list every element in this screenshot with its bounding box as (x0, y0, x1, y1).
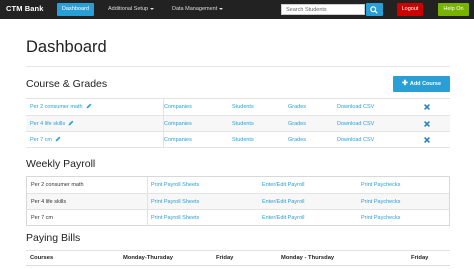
column-header: Monday - Thursday (281, 255, 335, 261)
brand-logo[interactable]: CTM Bank (6, 4, 43, 13)
course-name: Per 2 consumer math (30, 104, 83, 110)
download-csv-link[interactable]: Download CSV (337, 132, 374, 148)
search-button[interactable] (366, 3, 383, 16)
nav-additional-setup-label: Additional Setup (108, 6, 149, 12)
download-csv-link[interactable]: Download CSV (337, 116, 374, 132)
logout-button[interactable]: Logout (397, 3, 423, 16)
column-divider (147, 177, 148, 193)
nav-data-management-label: Data Management (172, 6, 218, 12)
table-row: Per 7 cm Companies Students Grades Downl… (26, 131, 450, 148)
course-name: Per 7 cm (30, 137, 53, 143)
nav-data-management[interactable]: Data Management (172, 3, 224, 16)
page-title: Dashboard (26, 38, 107, 56)
add-course-button[interactable]: ✚ Add Course (393, 76, 450, 92)
print-payroll-sheets-link[interactable]: Print Payroll Sheets (151, 194, 199, 210)
pencil-icon[interactable] (68, 120, 74, 126)
paying-bills-title: Paying Bills (26, 232, 81, 244)
caret-down-icon (150, 7, 155, 10)
download-csv-link[interactable]: Download CSV (337, 99, 374, 115)
enter-edit-payroll-link[interactable]: Enter/Edit Payroll (262, 210, 305, 226)
plus-icon: ✚ (401, 80, 408, 87)
remove-x-icon[interactable] (424, 121, 430, 127)
table-divider (26, 265, 450, 266)
column-divider (147, 194, 148, 210)
companies-link[interactable]: Companies (164, 99, 192, 115)
grades-link[interactable]: Grades (288, 99, 306, 115)
table-row: Per 4 life skills Companies Students Gra… (26, 115, 450, 132)
nav-additional-setup[interactable]: Additional Setup (108, 3, 155, 16)
course-name: Per 4 life skills (30, 121, 66, 127)
students-link[interactable]: Students (232, 132, 254, 148)
print-paychecks-link[interactable]: Print Paychecks (361, 194, 400, 210)
remove-x-icon[interactable] (424, 137, 430, 143)
column-header: Friday (411, 255, 429, 261)
pencil-icon[interactable] (86, 103, 92, 109)
print-paychecks-link[interactable]: Print Paychecks (361, 177, 400, 193)
column-header: Monday-Thursday (123, 255, 173, 261)
course-grades-title: Course & Grades (26, 78, 108, 90)
column-header: Courses (30, 255, 54, 261)
table-row: Per 4 life skills Print Payroll Sheets E… (27, 193, 449, 210)
payroll-course-name: Per 4 life skills (31, 199, 67, 205)
column-header: Friday (216, 255, 234, 261)
search-icon (370, 5, 378, 14)
grades-link[interactable]: Grades (288, 132, 306, 148)
course-table: Per 2 consumer math Companies Students G… (26, 98, 450, 148)
weekly-payroll-title: Weekly Payroll (26, 158, 96, 170)
course-link[interactable]: Per 2 consumer math (30, 99, 92, 115)
table-row: Per 2 consumer math Print Payroll Sheets… (27, 177, 449, 193)
remove-x-icon[interactable] (424, 104, 430, 110)
add-course-label: Add Course (409, 81, 442, 87)
bills-table-header: Courses Monday-Thursday Friday Monday - … (26, 250, 450, 265)
table-row: Per 2 consumer math Companies Students G… (26, 99, 450, 115)
column-divider (147, 210, 148, 226)
students-link[interactable]: Students (232, 116, 254, 132)
grades-link[interactable]: Grades (288, 116, 306, 132)
nav-dashboard[interactable]: Dashboard (57, 3, 94, 16)
top-navbar: CTM Bank Dashboard Additional Setup Data… (0, 0, 474, 19)
course-link[interactable]: Per 7 cm (30, 132, 61, 148)
course-link[interactable]: Per 4 life skills (30, 116, 74, 132)
payroll-table: Per 2 consumer math Print Payroll Sheets… (26, 176, 450, 226)
pencil-icon[interactable] (55, 136, 61, 142)
companies-link[interactable]: Companies (164, 116, 192, 132)
companies-link[interactable]: Companies (164, 132, 192, 148)
enter-edit-payroll-link[interactable]: Enter/Edit Payroll (262, 177, 305, 193)
print-payroll-sheets-link[interactable]: Print Payroll Sheets (151, 210, 199, 226)
title-divider (26, 66, 450, 67)
table-row: Per 7 cm Print Payroll Sheets Enter/Edit… (27, 209, 449, 226)
search-input[interactable] (281, 4, 365, 15)
payroll-course-name: Per 2 consumer math (31, 182, 84, 188)
enter-edit-payroll-link[interactable]: Enter/Edit Payroll (262, 194, 305, 210)
help-button[interactable]: Help On (438, 3, 469, 16)
payroll-course-name: Per 7 cm (31, 215, 54, 221)
print-paychecks-link[interactable]: Print Paychecks (361, 210, 400, 226)
students-link[interactable]: Students (232, 99, 254, 115)
print-payroll-sheets-link[interactable]: Print Payroll Sheets (151, 177, 199, 193)
caret-down-icon (219, 7, 224, 10)
